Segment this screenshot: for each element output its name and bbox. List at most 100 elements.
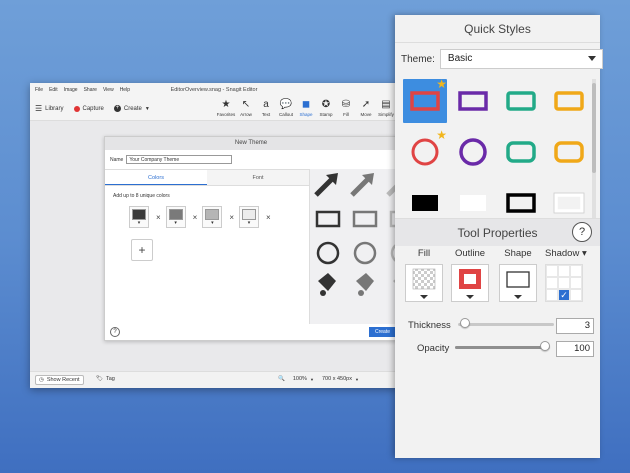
tool-favorites[interactable]: ★ Favorites — [216, 99, 236, 117]
circle-preview-dark[interactable] — [316, 241, 340, 265]
outline-picker[interactable] — [451, 264, 489, 302]
menu-view[interactable]: View — [103, 87, 114, 93]
tab-font[interactable]: Font — [207, 170, 309, 185]
rect-preview-dark[interactable] — [315, 210, 341, 228]
tool-shape[interactable]: ◼ Shape — [296, 99, 316, 117]
quick-styles-title: Quick Styles — [395, 15, 600, 43]
fill-picker[interactable] — [405, 264, 443, 302]
menu-file[interactable]: File — [35, 87, 43, 93]
shadow-cell[interactable] — [558, 277, 570, 289]
zoom-control[interactable]: 🔍 100% ▼ — [278, 376, 314, 382]
teal-rect-icon — [506, 91, 536, 111]
capture-button[interactable]: Capture — [73, 105, 104, 112]
scrollbar-thumb[interactable] — [592, 83, 596, 173]
preview-shapes — [314, 173, 399, 296]
tag-button[interactable]: 🏷 Tag — [96, 376, 115, 382]
swatch-color — [168, 209, 183, 220]
circle-preview-mid[interactable] — [353, 241, 377, 265]
tool-arrow[interactable]: ↖ Arrow — [236, 99, 256, 117]
tool-label: Favorites — [216, 112, 236, 117]
tool-stamp[interactable]: ✪ Stamp — [316, 99, 336, 117]
canvas-size-control[interactable]: 700 x 450px ▼ — [322, 376, 359, 382]
tool-move[interactable]: ➚ Move — [356, 99, 376, 117]
library-button[interactable]: ☰ Library — [35, 104, 64, 113]
swatch-picker[interactable]: ▾ — [129, 206, 149, 228]
add-color-button[interactable]: + — [131, 239, 153, 261]
rect-preview-mid[interactable] — [352, 210, 378, 228]
style-red-rect[interactable]: ★ — [403, 79, 447, 123]
style-orange-rounded[interactable] — [547, 130, 588, 174]
shadow-label-row[interactable]: Shadow ▾ — [545, 248, 587, 259]
slider-knob[interactable] — [540, 341, 550, 351]
remove-color-icon[interactable]: × — [156, 213, 161, 222]
shadow-cell[interactable] — [570, 277, 582, 289]
tool-callout[interactable]: 💬 Callout — [276, 99, 296, 117]
new-theme-dialog: New Theme Name Colors Font Add up to 8 u… — [104, 136, 403, 341]
show-recent-button[interactable]: ◷ Show Recent — [35, 375, 84, 385]
shadow-cell-selected[interactable]: ✓ — [558, 289, 570, 301]
chevron-down-icon: ▾ — [211, 220, 214, 226]
thickness-input[interactable]: 3 — [556, 318, 594, 334]
tool-text[interactable]: a Text — [256, 99, 276, 117]
menu-bar: File Edit Image Share View Help — [30, 87, 130, 93]
slider-track — [458, 323, 554, 326]
shadow-cell[interactable] — [546, 289, 558, 301]
style-teal-rounded[interactable] — [499, 130, 543, 174]
style-red-circle[interactable]: ★ — [403, 129, 447, 174]
add-colors-label: Add up to 8 unique colors — [113, 193, 170, 199]
swatch-picker[interactable]: ▾ — [239, 206, 260, 228]
style-orange-rect[interactable] — [547, 79, 588, 123]
shadow-cell[interactable] — [546, 277, 558, 289]
shape-picker[interactable] — [499, 264, 537, 302]
shadow-cell[interactable] — [546, 265, 558, 277]
thickness-slider[interactable] — [458, 318, 554, 332]
menu-share[interactable]: Share — [84, 87, 97, 93]
tool-label: Arrow — [240, 112, 252, 117]
shape-icon: ◼ — [301, 99, 311, 110]
quick-styles-scrollbar[interactable] — [592, 79, 596, 227]
chevron-down-icon: ▾ — [137, 220, 141, 226]
shadow-cell[interactable] — [558, 265, 570, 277]
remove-color-icon[interactable]: × — [229, 213, 234, 222]
tool-simplify[interactable]: ▤ Simplify — [376, 99, 396, 117]
outline-label: Outline — [454, 248, 486, 259]
remove-color-icon[interactable]: × — [193, 213, 198, 222]
shadow-cell[interactable] — [570, 265, 582, 277]
chevron-down-icon: ▼ — [309, 376, 314, 382]
tag-label: Tag — [105, 376, 115, 382]
star-icon: ★ — [221, 99, 231, 110]
style-teal-rect[interactable] — [499, 79, 543, 123]
fill-preview-dark[interactable] — [318, 273, 336, 291]
color-swatch: ▾ × — [239, 206, 271, 228]
chevron-down-icon: ▾ — [581, 248, 587, 259]
style-purple-rect[interactable] — [451, 79, 495, 123]
slider-knob[interactable] — [459, 318, 470, 328]
menu-help[interactable]: Help — [120, 87, 130, 93]
zoom-value: 100% — [292, 376, 307, 382]
opacity-slider[interactable] — [455, 341, 550, 355]
create-label: Create — [123, 105, 142, 112]
text-icon: a — [263, 99, 269, 110]
menu-image[interactable]: Image — [64, 87, 78, 93]
help-button[interactable]: ? — [110, 327, 120, 337]
tool-fill[interactable]: ⛁ Fill — [336, 99, 356, 117]
callout-icon: 💬 — [279, 99, 293, 110]
tool-properties-help-button[interactable]: ? — [572, 222, 592, 242]
style-purple-circle[interactable] — [451, 130, 495, 174]
theme-dropdown[interactable]: Basic — [439, 49, 603, 69]
shadow-cell[interactable] — [570, 289, 582, 301]
fill-preview-mid[interactable] — [356, 273, 374, 291]
swatch-picker[interactable]: ▾ — [165, 206, 186, 228]
fill-drop-mid — [358, 290, 364, 296]
remove-color-icon[interactable]: × — [266, 213, 271, 222]
record-icon — [73, 105, 80, 112]
menu-edit[interactable]: Edit — [49, 87, 58, 93]
swatch-picker[interactable]: ▾ — [202, 206, 223, 228]
tool-bar: ★ Favorites ↖ Arrow a Text 💬 Callout ◼ Shape ✪ Stam… — [216, 99, 396, 117]
theme-name-input[interactable] — [126, 155, 233, 164]
chevron-down-icon: ▾ — [174, 220, 177, 226]
orange-rect-icon — [554, 91, 584, 111]
create-menu-button[interactable]: + Create ▼ — [113, 105, 150, 112]
opacity-input[interactable]: 100 — [556, 341, 594, 357]
tab-colors[interactable]: Colors — [105, 170, 207, 185]
